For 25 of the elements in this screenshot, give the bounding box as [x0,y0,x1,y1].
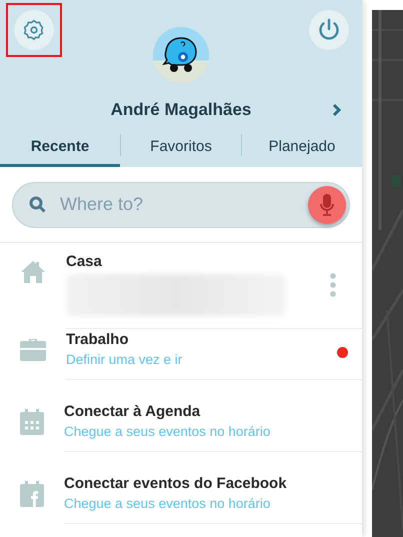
settings-icon [23,19,45,41]
chevron-right-icon[interactable] [332,103,342,117]
tab[interactable]: Recente [0,126,120,167]
power-button[interactable] [309,10,349,50]
facebook-calendar-icon [20,481,44,507]
search-input[interactable]: Where to? [58,193,296,216]
microphone-icon [320,194,334,216]
place-title[interactable]: Conectar eventos do Facebook [64,475,362,492]
place-subtitle: Chegue a seus eventos no horário [64,496,272,511]
tab[interactable]: Favoritos [121,126,241,167]
search-bar[interactable]: Where to? [12,182,350,228]
place-subtitle: Definir uma vez e ir [66,352,184,367]
place-title[interactable]: Trabalho [66,331,362,348]
power-icon [317,18,341,42]
calendar-icon [20,409,44,435]
briefcase-icon [20,337,46,361]
tab[interactable]: Planejado [242,126,362,167]
house-icon [20,258,46,285]
settings-button[interactable] [14,10,54,50]
place-title[interactable]: Conectar à Agenda [64,403,362,420]
user-name[interactable]: André Magalhães [110,100,252,120]
place-subtitle: Chegue a seus eventos no horário [64,424,272,439]
search-icon [29,196,46,214]
place-title[interactable]: Casa [66,252,362,270]
microphone-button[interactable] [308,186,346,224]
